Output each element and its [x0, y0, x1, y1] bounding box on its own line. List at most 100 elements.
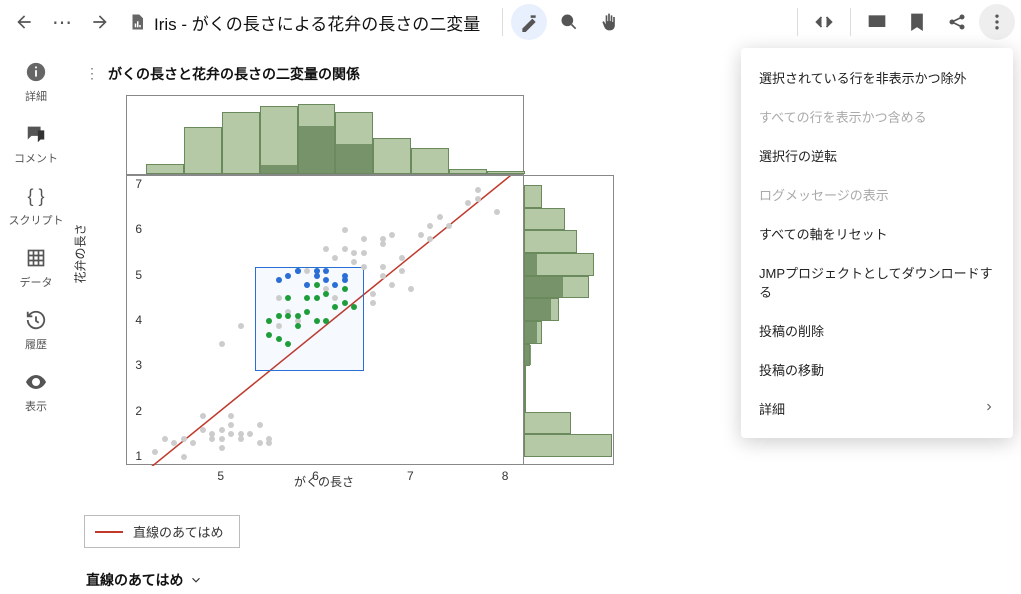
- data-point[interactable]: [304, 268, 310, 274]
- data-point[interactable]: [323, 318, 329, 324]
- data-point[interactable]: [238, 431, 244, 437]
- sidebar-item-comments[interactable]: コメント: [14, 122, 58, 166]
- data-point[interactable]: [219, 341, 225, 347]
- sidebar-item-detail[interactable]: 詳細: [24, 60, 48, 104]
- sidebar-item-data[interactable]: データ: [20, 246, 53, 290]
- menu-item[interactable]: 選択行の逆転: [741, 136, 1013, 175]
- data-point[interactable]: [190, 440, 196, 446]
- data-point[interactable]: [238, 323, 244, 329]
- zoom-tool-button[interactable]: [551, 4, 587, 40]
- data-point[interactable]: [257, 440, 263, 446]
- data-point[interactable]: [427, 223, 433, 229]
- data-point[interactable]: [361, 250, 367, 256]
- data-point[interactable]: [247, 431, 253, 437]
- data-point[interactable]: [304, 282, 310, 288]
- annotate-tool-button[interactable]: [511, 4, 547, 40]
- data-point[interactable]: [332, 295, 338, 301]
- data-point[interactable]: [342, 277, 348, 283]
- data-point[interactable]: [342, 300, 348, 306]
- data-point[interactable]: [162, 436, 168, 442]
- data-point[interactable]: [380, 273, 386, 279]
- menu-item[interactable]: 投稿の移動: [741, 350, 1013, 389]
- data-point[interactable]: [475, 196, 481, 202]
- data-point[interactable]: [389, 282, 395, 288]
- data-point[interactable]: [351, 304, 357, 310]
- data-point[interactable]: [304, 295, 310, 301]
- data-point[interactable]: [219, 436, 225, 442]
- data-point[interactable]: [295, 313, 301, 319]
- data-point[interactable]: [219, 445, 225, 451]
- data-point[interactable]: [181, 454, 187, 460]
- data-point[interactable]: [304, 309, 310, 315]
- data-point[interactable]: [285, 273, 291, 279]
- data-point[interactable]: [323, 277, 329, 283]
- data-point[interactable]: [342, 286, 348, 292]
- data-point[interactable]: [475, 187, 481, 193]
- pan-tool-button[interactable]: [591, 4, 627, 40]
- code-button[interactable]: [806, 4, 842, 40]
- data-point[interactable]: [465, 200, 471, 206]
- menu-item[interactable]: 詳細: [741, 389, 1013, 428]
- data-point[interactable]: [370, 291, 376, 297]
- data-point[interactable]: [380, 236, 386, 242]
- scatter-plot[interactable]: [126, 175, 524, 465]
- data-point[interactable]: [332, 255, 338, 261]
- back-button[interactable]: [6, 4, 42, 40]
- data-point[interactable]: [399, 268, 405, 274]
- data-point[interactable]: [276, 277, 282, 283]
- menu-item[interactable]: 選択されている行を非表示かつ除外: [741, 58, 1013, 97]
- data-point[interactable]: [228, 413, 234, 419]
- sidebar-item-view[interactable]: 表示: [24, 370, 48, 414]
- data-point[interactable]: [266, 318, 272, 324]
- data-point[interactable]: [266, 440, 272, 446]
- data-point[interactable]: [437, 214, 443, 220]
- data-point[interactable]: [361, 264, 367, 270]
- data-point[interactable]: [314, 318, 320, 324]
- menu-item[interactable]: 投稿の削除: [741, 311, 1013, 350]
- share-button[interactable]: [939, 4, 975, 40]
- data-point[interactable]: [200, 427, 206, 433]
- data-point[interactable]: [332, 282, 338, 288]
- data-point[interactable]: [342, 246, 348, 252]
- data-point[interactable]: [314, 268, 320, 274]
- data-point[interactable]: [361, 236, 367, 242]
- data-point[interactable]: [266, 332, 272, 338]
- data-point[interactable]: [152, 449, 158, 455]
- data-point[interactable]: [408, 286, 414, 292]
- data-point[interactable]: [351, 259, 357, 265]
- menu-item[interactable]: すべての軸をリセット: [741, 214, 1013, 253]
- data-point[interactable]: [323, 268, 329, 274]
- fit-section-header[interactable]: 直線のあてはめ: [84, 566, 205, 594]
- data-point[interactable]: [323, 291, 329, 297]
- data-point[interactable]: [494, 209, 500, 215]
- sidebar-item-script[interactable]: { }スクリプト: [9, 184, 64, 228]
- data-point[interactable]: [257, 422, 263, 428]
- data-point[interactable]: [209, 431, 215, 437]
- top-histogram[interactable]: [126, 95, 524, 175]
- data-point[interactable]: [228, 422, 234, 428]
- data-point[interactable]: [181, 436, 187, 442]
- data-point[interactable]: [276, 295, 282, 301]
- overflow-menu-button[interactable]: [979, 4, 1015, 40]
- present-button[interactable]: [859, 4, 895, 40]
- data-point[interactable]: [276, 313, 282, 319]
- data-point[interactable]: [389, 232, 395, 238]
- data-point[interactable]: [342, 227, 348, 233]
- data-point[interactable]: [446, 223, 452, 229]
- data-point[interactable]: [219, 427, 225, 433]
- data-point[interactable]: [427, 236, 433, 242]
- data-point[interactable]: [314, 282, 320, 288]
- data-point[interactable]: [171, 440, 177, 446]
- data-point[interactable]: [323, 246, 329, 252]
- data-point[interactable]: [285, 313, 291, 319]
- menu-item[interactable]: JMPプロジェクトとしてダウンロードする: [741, 253, 1013, 311]
- forward-button[interactable]: [82, 4, 118, 40]
- data-point[interactable]: [332, 304, 338, 310]
- data-point[interactable]: [200, 413, 206, 419]
- sidebar-item-history[interactable]: 履歴: [24, 308, 48, 352]
- data-point[interactable]: [314, 295, 320, 301]
- data-point[interactable]: [351, 250, 357, 256]
- more-history-button[interactable]: ⋯: [44, 4, 80, 40]
- data-point[interactable]: [276, 336, 282, 342]
- data-point[interactable]: [295, 323, 301, 329]
